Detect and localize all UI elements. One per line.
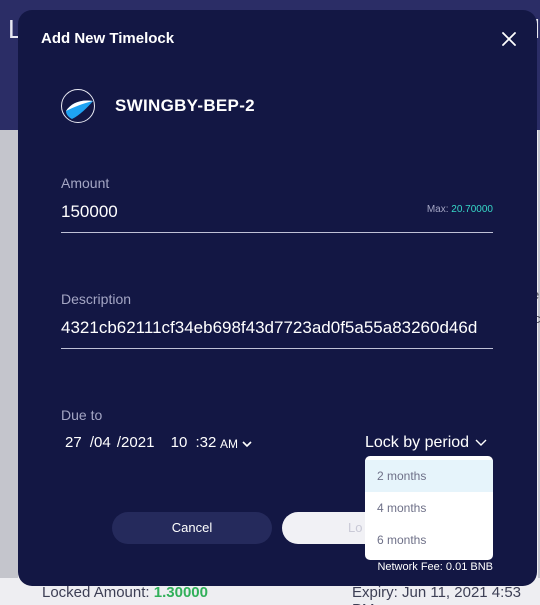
description-underline <box>61 348 493 349</box>
lock-by-period-label: Lock by period <box>365 434 470 451</box>
amount-underline <box>61 232 493 233</box>
modal-title: Add New Timelock <box>41 30 175 47</box>
chevron-down-icon <box>475 439 487 446</box>
cancel-button[interactable]: Cancel <box>112 512 272 544</box>
day-field[interactable]: 27 <box>65 434 82 451</box>
token-name: SWINGBY-BEP-2 <box>115 96 255 115</box>
lock-button[interactable]: Lo <box>282 512 366 544</box>
period-option-6-months[interactable]: 6 months <box>365 524 493 556</box>
close-button[interactable] <box>498 28 520 50</box>
period-option-4-months[interactable]: 4 months <box>365 492 493 524</box>
max-label: Max: <box>426 204 449 215</box>
ampm-select[interactable]: AM <box>220 437 252 451</box>
ampm-value: AM <box>220 437 238 451</box>
network-fee: Network Fee: 0.01 BNB <box>377 561 493 573</box>
add-timelock-modal: Add New Timelock SWINGBY-BEP-2 Amount 15… <box>18 10 537 586</box>
amount-input[interactable]: 150000 <box>61 202 361 222</box>
description-label: Description <box>61 291 132 307</box>
expiry-text: Expiry: Jun 11, 2021 4:53 PM <box>352 584 521 605</box>
locked-amount: Locked Amount: 1.30000 <box>42 584 208 601</box>
swingby-token-icon <box>61 89 95 123</box>
hour-field[interactable]: 10 <box>171 434 188 451</box>
year-field[interactable]: /2021 <box>117 434 155 451</box>
chevron-down-icon <box>242 440 252 447</box>
due-to-label: Due to <box>61 407 103 423</box>
month-field[interactable]: /04 <box>90 434 111 451</box>
amount-label: Amount <box>61 175 110 191</box>
close-icon <box>502 32 516 46</box>
max-value: 20.70000 <box>451 204 493 215</box>
lock-by-period-select[interactable]: Lock by period <box>365 434 487 452</box>
description-input[interactable]: 4321cb62111cf34eb698f43d7723ad0f5a55a832… <box>61 318 493 338</box>
locked-amount-label: Locked Amount: <box>42 584 150 601</box>
max-amount[interactable]: Max: 20.70000 <box>427 204 493 215</box>
locked-amount-value: 1.30000 <box>153 584 208 601</box>
period-option-2-months[interactable]: 2 months <box>365 460 493 492</box>
minute-field[interactable]: :32 <box>195 434 216 451</box>
date-time-input[interactable]: 27 /04 /2021 10 :32 <box>65 434 216 451</box>
period-dropdown: 2 months 4 months 6 months <box>365 456 493 560</box>
